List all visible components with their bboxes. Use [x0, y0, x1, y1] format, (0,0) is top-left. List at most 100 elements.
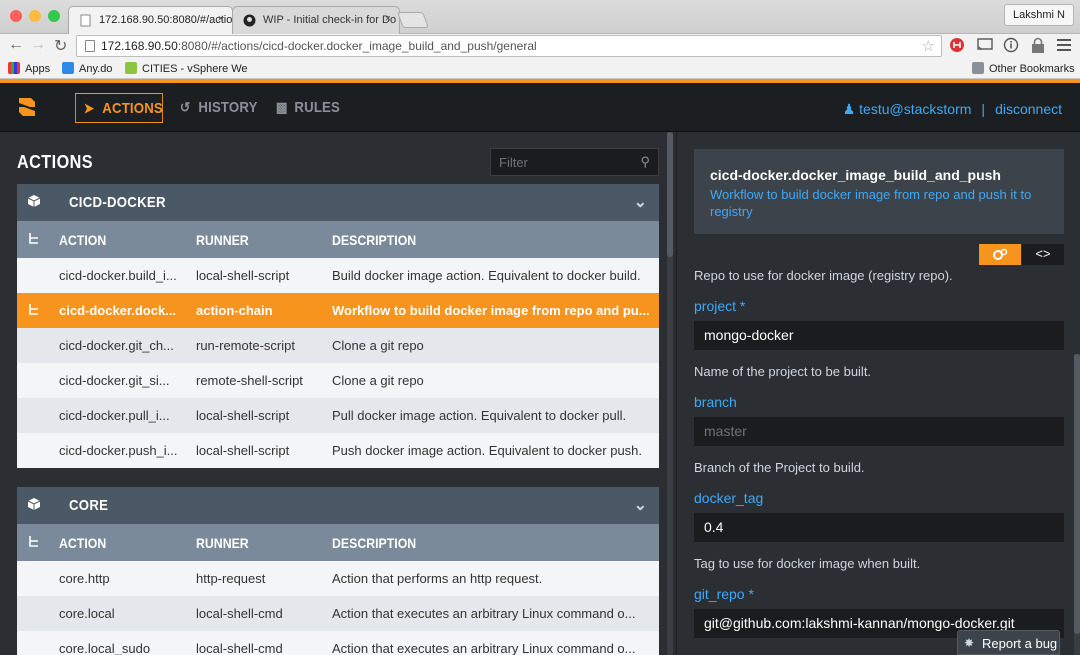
- field-label-git-repo: git_repo *: [694, 586, 754, 602]
- bookmark-anydo[interactable]: Any.do: [62, 62, 112, 75]
- close-tab-icon[interactable]: ×: [385, 13, 391, 25]
- bug-icon: ✸: [964, 636, 975, 650]
- table-row-selected[interactable]: cicd-docker.dock... action-chain Workflow …: [17, 293, 659, 328]
- account-area: ♟ testu@stackstorm | disconnect: [843, 101, 1062, 118]
- close-tab-icon[interactable]: ×: [218, 13, 224, 25]
- new-tab-button[interactable]: [397, 12, 429, 28]
- column-header-action: ACTION: [59, 232, 107, 248]
- left-scrollbar[interactable]: [667, 132, 673, 655]
- field-label-docker-tag: docker_tag: [694, 490, 764, 506]
- folder-icon: [972, 62, 984, 74]
- rocket-icon: ➤: [83, 100, 95, 116]
- docker-tag-input[interactable]: 0.4: [694, 513, 1064, 542]
- other-bookmarks[interactable]: Other Bookmarks: [972, 62, 1075, 75]
- nav-tab-history[interactable]: ↺ HISTORY: [172, 93, 266, 123]
- page-icon: [80, 14, 91, 27]
- reload-icon[interactable]: ↻: [54, 36, 67, 56]
- report-bug-button[interactable]: ✸ Report a bug: [957, 630, 1060, 655]
- column-header-runner: RUNNER: [196, 232, 249, 248]
- table-row[interactable]: core.local local-shell-cmd Action that exe…: [17, 596, 659, 631]
- apps-grid-icon: [8, 62, 20, 74]
- table-row[interactable]: cicd-docker.build_i... local-shell-script…: [17, 258, 659, 293]
- code-view-button[interactable]: <>: [1022, 244, 1064, 265]
- back-arrow-icon[interactable]: ←: [8, 36, 24, 54]
- tab-title: 172.168.90.50:8080/#/actio: [99, 14, 233, 26]
- table-row[interactable]: cicd-docker.pull_i... local-shell-script P…: [17, 398, 659, 433]
- action-group-core: CORE ⌄ ACTION RUNNER DESCRIPTION core.ht…: [17, 487, 659, 655]
- bookmark-cities[interactable]: CITIES - vSphere We: [125, 62, 248, 75]
- forward-arrow-icon[interactable]: →: [30, 36, 46, 54]
- user-name[interactable]: testu@stackstorm: [859, 101, 971, 117]
- table-header: ACTION RUNNER DESCRIPTION: [17, 524, 659, 561]
- column-header-runner: RUNNER: [196, 535, 249, 551]
- browser-tab[interactable]: WIP - Initial check-in for Do ×: [232, 6, 400, 34]
- table-row[interactable]: core.local_sudo local-shell-cmd Action tha…: [17, 631, 659, 655]
- minimize-window-button[interactable]: [29, 10, 41, 22]
- field-help-docker-tag: Tag to use for docker image when built.: [694, 556, 921, 571]
- scrollbar-thumb[interactable]: [667, 132, 673, 257]
- profile-button[interactable]: Lakshmi N: [1004, 4, 1074, 26]
- run-action-button[interactable]: [979, 244, 1021, 265]
- panel-title: ACTIONS: [17, 152, 94, 172]
- table-row[interactable]: cicd-docker.push_i... local-shell-script P…: [17, 433, 659, 468]
- action-name: cicd-docker.docker_image_build_and_push: [710, 167, 1001, 183]
- table-row[interactable]: core.http http-request Action that perform…: [17, 561, 659, 596]
- action-description: Workflow to build docker image from repo…: [710, 187, 1032, 219]
- url-path: :8080/#/actions/cicd-docker.docker_image…: [177, 39, 537, 53]
- tree-icon: [29, 536, 38, 547]
- separator: |: [981, 101, 986, 117]
- browser-tab-bar: 172.168.90.50:8080/#/actio × WIP - Initi…: [0, 0, 1080, 34]
- action-group-cicd-docker: CICD-DOCKER ⌄ ACTION RUNNER DESCRIPTION …: [17, 184, 659, 470]
- stackstorm-logo[interactable]: [16, 96, 38, 118]
- group-name: CICD-DOCKER: [69, 194, 166, 211]
- browser-tab-active[interactable]: 172.168.90.50:8080/#/actio ×: [68, 6, 233, 34]
- maximize-window-button[interactable]: [48, 10, 60, 22]
- field-help-branch: Branch of the Project to build.: [694, 460, 865, 475]
- browser-toolbar: ← → ↻ 172.168.90.50:8080/#/actions/cicd-…: [0, 34, 1080, 58]
- filter-input[interactable]: Filter ⚲: [490, 148, 659, 176]
- workflow-icon: [29, 304, 38, 315]
- table-header: ACTION RUNNER DESCRIPTION: [17, 221, 659, 258]
- field-label-project: project *: [694, 298, 746, 314]
- group-header[interactable]: CICD-DOCKER ⌄: [17, 184, 659, 221]
- anydo-icon: [62, 62, 74, 74]
- book-icon: ▩: [275, 99, 288, 115]
- chevron-down-icon[interactable]: ⌄: [634, 192, 647, 212]
- browser-chrome: 172.168.90.50:8080/#/actio × WIP - Initi…: [0, 0, 1080, 83]
- vsphere-icon: [125, 62, 137, 74]
- bookmark-star-icon[interactable]: ☆: [922, 37, 935, 55]
- field-help-project: Name of the project to be built.: [694, 364, 872, 379]
- right-scrollbar[interactable]: [1074, 354, 1080, 655]
- address-bar[interactable]: 172.168.90.50:8080/#/actions/cicd-docker…: [76, 35, 942, 57]
- bookmark-apps[interactable]: Apps: [8, 62, 50, 75]
- branch-input[interactable]: master: [694, 417, 1064, 446]
- nav-tab-actions[interactable]: ➤ ACTIONS: [75, 93, 163, 123]
- column-header-description: DESCRIPTION: [332, 535, 417, 551]
- project-input[interactable]: mongo-docker: [694, 321, 1064, 350]
- url-host: 172.168.90.50: [101, 39, 178, 53]
- history-icon: ↺: [179, 99, 191, 115]
- column-header-description: DESCRIPTION: [332, 232, 417, 248]
- package-icon: [27, 195, 41, 207]
- table-row[interactable]: cicd-docker.git_ch... run-remote-script Cl…: [17, 328, 659, 363]
- close-window-button[interactable]: [10, 10, 22, 22]
- menu-icon[interactable]: [1057, 39, 1071, 51]
- column-header-action: ACTION: [59, 535, 107, 551]
- group-header[interactable]: CORE ⌄: [17, 487, 659, 524]
- app-header: ➤ ACTIONS ↺ HISTORY ▩ RULES ♟ testu@stackst…: [0, 83, 1080, 132]
- tab-title: WIP - Initial check-in for Do: [263, 14, 397, 26]
- search-icon: ⚲: [640, 154, 650, 169]
- page-icon: [85, 40, 95, 52]
- shield-extension-icon[interactable]: [949, 37, 965, 53]
- cast-icon[interactable]: [977, 38, 993, 52]
- scrollbar-thumb[interactable]: [1074, 354, 1080, 634]
- chevron-down-icon[interactable]: ⌄: [634, 495, 647, 515]
- disconnect-link[interactable]: disconnect: [995, 101, 1062, 117]
- table-row[interactable]: cicd-docker.git_si... remote-shell-script…: [17, 363, 659, 398]
- lock-extension-icon[interactable]: [1030, 37, 1046, 55]
- gears-icon: [993, 248, 1008, 260]
- field-help-repo: Repo to use for docker image (registry r…: [694, 268, 953, 283]
- info-icon[interactable]: [1003, 37, 1019, 53]
- nav-tab-rules[interactable]: ▩ RULES: [268, 93, 349, 123]
- user-icon: ♟: [842, 101, 856, 117]
